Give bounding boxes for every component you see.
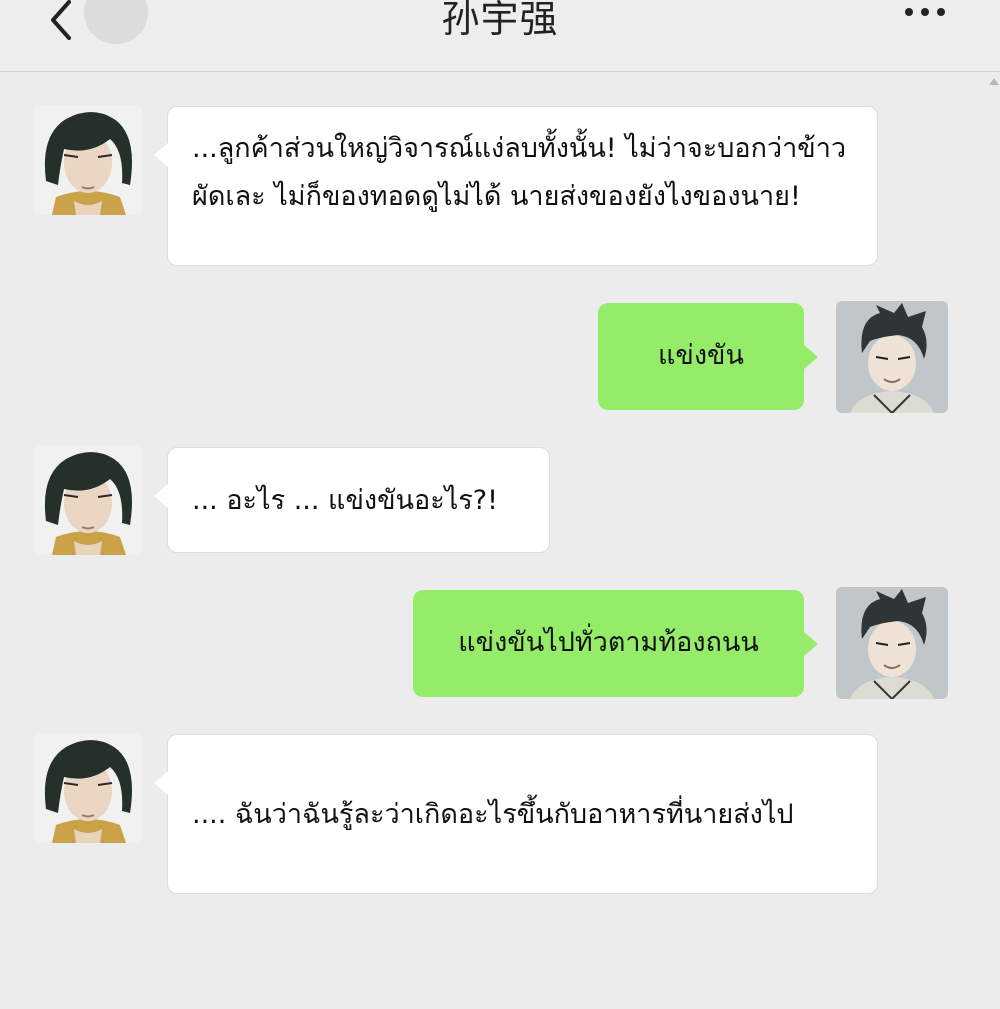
chat-header: 孙宇强 (0, 0, 1000, 72)
user-avatar[interactable] (836, 301, 948, 413)
more-dot-icon (905, 8, 913, 16)
message-text: .... ฉันว่าฉันรู้ละว่าเกิดอะไรขึ้นกับอาห… (192, 799, 794, 830)
user-avatar-image (836, 587, 948, 699)
message-bubble-outgoing[interactable]: แข่งขัน (598, 303, 818, 410)
scroll-up-arrow-icon[interactable] (989, 78, 999, 85)
user-avatar-image (836, 301, 948, 413)
message-bubble-incoming[interactable]: ...ลูกค้าส่วนใหญ่วิจารณ์แง่ลบทั้งนั้น! ไ… (154, 106, 878, 266)
more-dot-icon (937, 8, 945, 16)
chat-title: 孙宇强 (441, 0, 559, 41)
message-text: แข่งขันไปทั่วตามท้องถนน (458, 627, 759, 658)
message-bubble-incoming[interactable]: .... ฉันว่าฉันรู้ละว่าเกิดอะไรขึ้นกับอาห… (154, 734, 878, 894)
message-bubble-incoming[interactable]: ... อะไร ... แข่งขันอะไร?! (154, 447, 550, 553)
contact-avatar[interactable] (34, 445, 142, 555)
contact-avatar[interactable] (34, 105, 142, 215)
scrollbar[interactable] (988, 72, 1000, 1009)
contact-avatar-image (34, 105, 142, 215)
message-text: แข่งขัน (658, 340, 744, 371)
contact-avatar[interactable] (34, 733, 142, 843)
more-options-button[interactable] (895, 0, 955, 24)
message-text: ...ลูกค้าส่วนใหญ่วิจารณ์แง่ลบทั้งนั้น! ไ… (192, 133, 847, 212)
user-avatar[interactable] (836, 587, 948, 699)
more-dot-icon (921, 8, 929, 16)
contact-avatar-image (34, 733, 142, 843)
message-bubble-outgoing[interactable]: แข่งขันไปทั่วตามท้องถนน (413, 590, 818, 697)
contact-avatar-image (34, 445, 142, 555)
message-text: ... อะไร ... แข่งขันอะไร?! (192, 485, 498, 516)
